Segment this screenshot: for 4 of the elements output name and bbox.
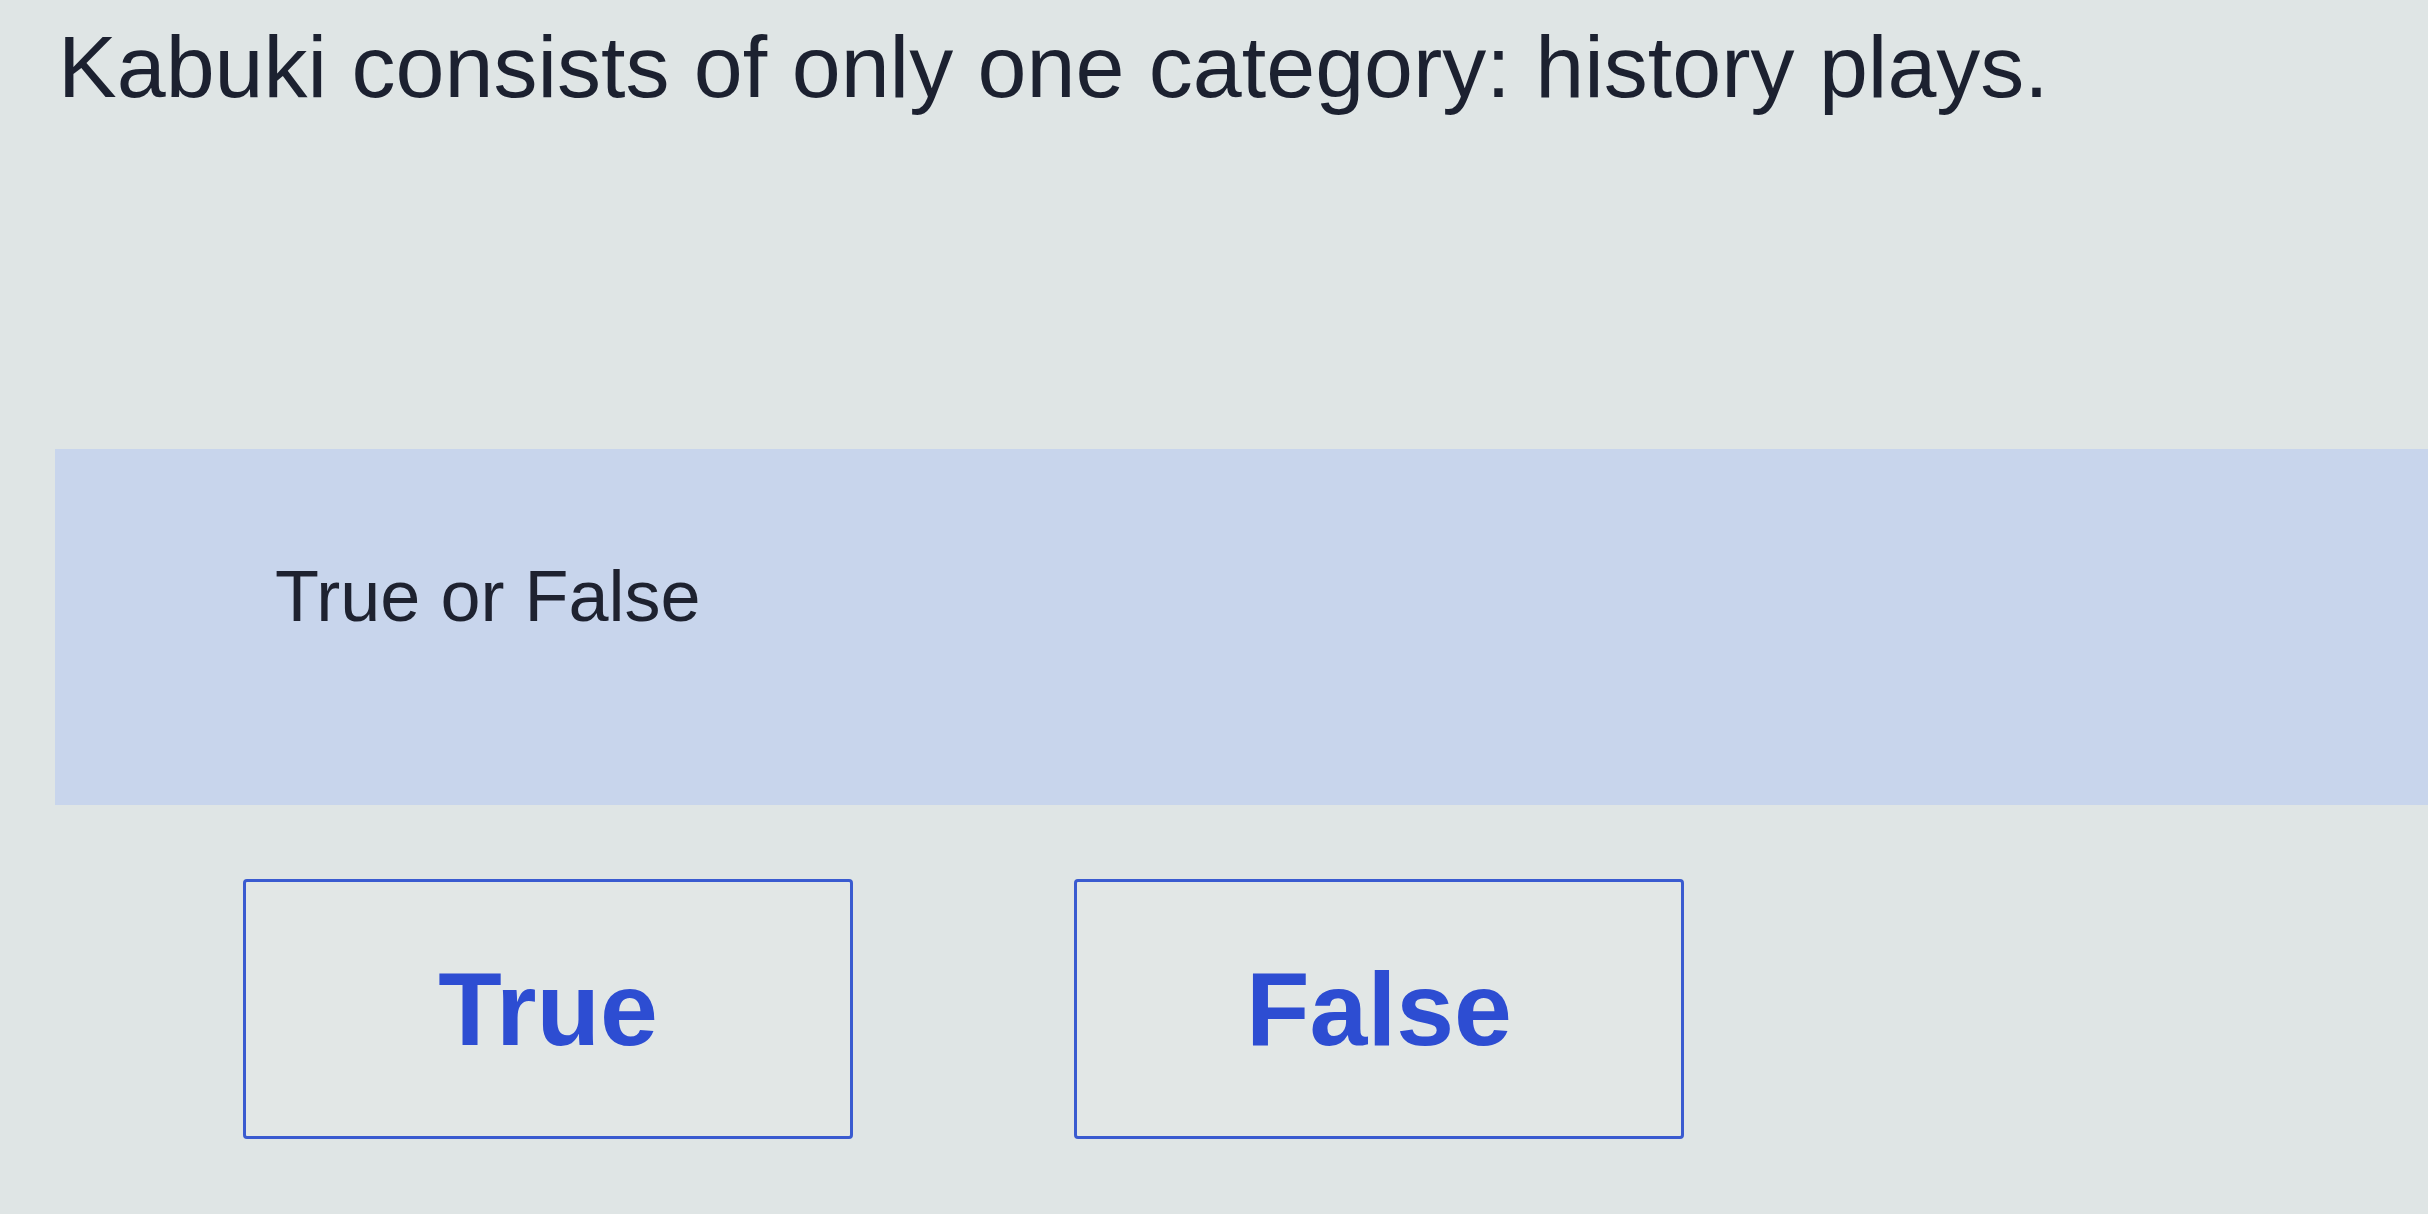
answer-button[interactable]: True: [243, 878, 853, 1139]
question-text: Kabuki consists of only one category: history plays.: [58, 16, 2049, 118]
answer-button[interactable]: False: [1074, 878, 1684, 1139]
prompt-label: True or False: [275, 554, 701, 638]
